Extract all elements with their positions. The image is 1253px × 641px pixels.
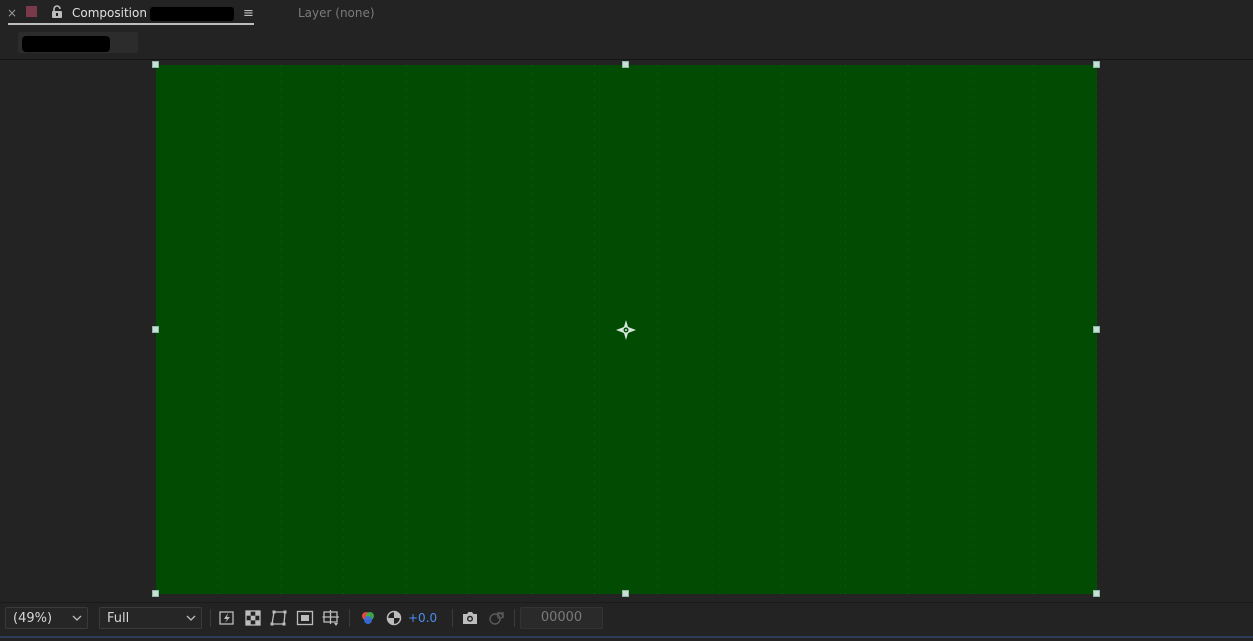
redacted-composition-name [150,7,234,21]
show-snapshot-icon[interactable] [488,609,506,627]
region-of-interest-icon[interactable] [296,609,314,627]
handle-bottom-right[interactable] [1093,590,1100,597]
toolbar-separator [514,609,515,627]
lock-icon[interactable] [50,4,64,18]
fast-previews-icon[interactable] [218,609,236,627]
close-icon[interactable]: × [7,5,17,21]
snapshot-icon[interactable] [461,609,479,627]
panel-header: × Composition ≡ Layer (none) [0,0,1253,28]
toolbar-separator [349,609,350,627]
magnification-value: (49%) [13,611,53,626]
reset-exposure-icon[interactable] [385,609,403,627]
handle-middle-left[interactable] [152,326,159,333]
transparency-grid-icon[interactable] [244,609,262,627]
composition-viewer-panel: × Composition ≡ Layer (none) (49%) Full … [0,0,1253,641]
composition-tab-label[interactable]: Composition [72,5,147,21]
handle-top-center[interactable] [622,61,629,68]
mask-path-icon[interactable] [270,609,288,627]
viewer-area[interactable] [0,60,1253,602]
guides-grid-icon[interactable] [322,609,340,627]
chevron-down-icon [186,615,196,621]
handle-middle-right[interactable] [1093,326,1100,333]
active-tab-indicator [8,23,254,25]
color-channels-icon[interactable] [359,609,377,627]
current-time-display[interactable]: 00000 [520,607,603,629]
redacted-breadcrumb-name [22,36,110,52]
composition-color-swatch[interactable] [26,6,37,17]
handle-top-left[interactable] [152,61,159,68]
resolution-dropdown[interactable]: Full [99,607,202,629]
resolution-value: Full [107,611,130,626]
layer-tab-label[interactable]: Layer (none) [298,5,375,21]
handle-top-right[interactable] [1093,61,1100,68]
anchor-point-icon[interactable] [615,319,637,341]
chevron-down-icon [72,615,82,621]
handle-bottom-left[interactable] [152,590,159,597]
magnification-dropdown[interactable]: (49%) [5,607,88,629]
toolbar-separator [210,609,211,627]
toolbar-separator [452,609,453,627]
panel-bottom-border [0,636,1253,638]
panel-menu-icon[interactable]: ≡ [243,6,254,22]
exposure-value[interactable]: +0.0 [408,611,437,625]
handle-bottom-center[interactable] [622,590,629,597]
